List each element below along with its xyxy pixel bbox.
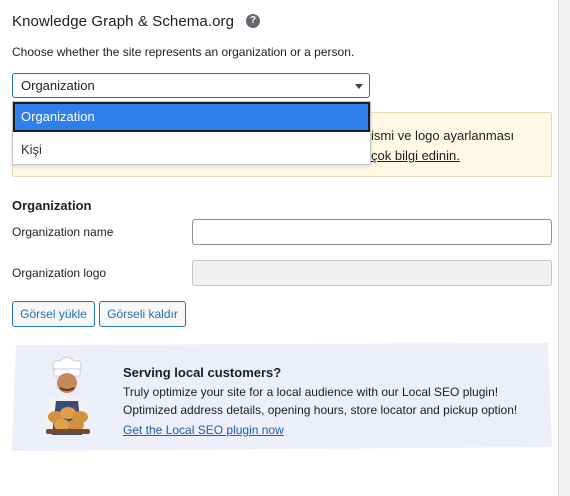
help-icon[interactable]: ?	[246, 14, 260, 28]
promo-text-1: Truly optimize your site for a local aud…	[123, 385, 499, 399]
organization-logo-label: Organization logo	[12, 266, 107, 280]
promo-title: Serving local customers?	[123, 365, 282, 380]
notice-link[interactable]: çok bilgi edinin.	[371, 148, 460, 163]
organization-logo-input	[192, 260, 552, 286]
organization-name-input[interactable]	[192, 219, 552, 245]
site-type-select[interactable]: Organization	[12, 73, 370, 98]
option-organization[interactable]: Organization	[13, 102, 370, 132]
promo-text-2: Optimized address details, opening hours…	[123, 403, 518, 417]
site-type-description: Choose whether the site represents an or…	[12, 45, 355, 59]
local-seo-plugin-link[interactable]: Get the Local SEO plugin now	[123, 423, 284, 437]
remove-image-button[interactable]: Görseli kaldır	[99, 301, 186, 327]
site-type-select-value: Organization	[21, 78, 95, 93]
page-title: Knowledge Graph & Schema.org	[12, 13, 235, 30]
upload-image-button[interactable]: Görsel yükle	[12, 301, 95, 327]
notice-text: ismi ve logo ayarlanması	[371, 128, 515, 143]
organization-heading: Organization	[12, 198, 92, 213]
scrollbar-track[interactable]	[559, 0, 570, 496]
organization-name-label: Organization name	[12, 225, 114, 239]
option-person[interactable]: Kişi	[21, 142, 42, 157]
caret-down-icon	[355, 84, 363, 89]
